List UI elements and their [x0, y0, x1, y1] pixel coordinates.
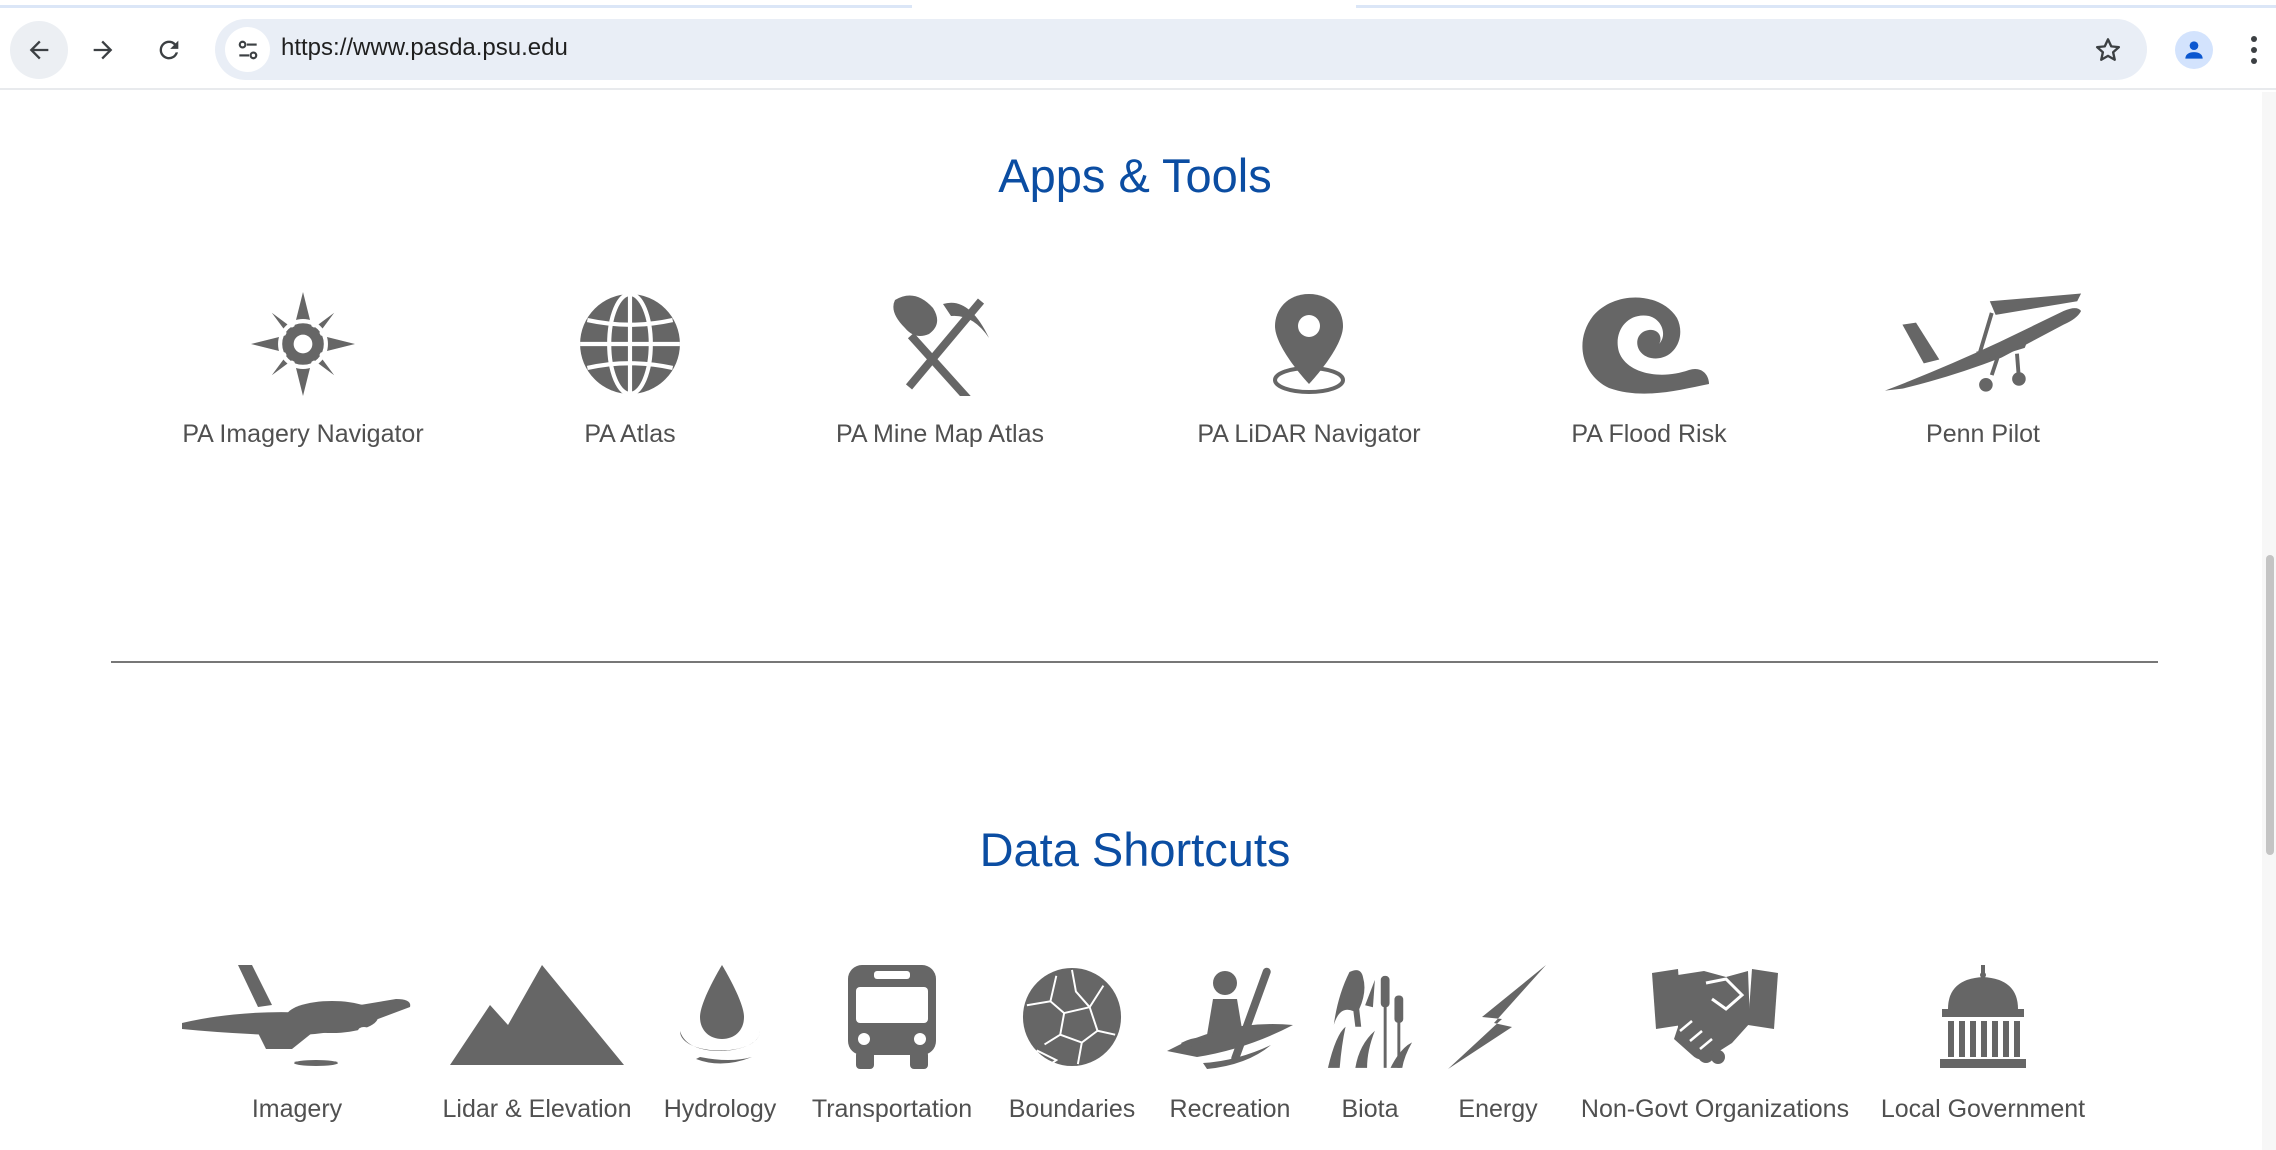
lightning-icon [1448, 965, 1546, 1069]
shortcut-label: Local Government [1880, 1095, 2086, 1123]
mountains-icon [450, 965, 624, 1065]
globe-icon [580, 292, 680, 396]
boundaries-map-icon [1022, 967, 1122, 1067]
shovel-pickaxe-icon [893, 295, 989, 396]
shortcut-recreation[interactable]: Recreation [1167, 965, 1293, 1135]
more-vert-icon [2251, 36, 2257, 64]
shortcut-imagery[interactable]: Imagery [182, 965, 412, 1135]
browser-toolbar: https://www.pasda.psu.edu [0, 0, 2276, 90]
capitol-building-icon [1940, 965, 2026, 1068]
shortcut-label: Non-Govt Organizations [1580, 1095, 1850, 1123]
tab-strip-edge [0, 5, 912, 8]
scrollbar-thumb[interactable] [2266, 555, 2274, 855]
tune-icon [238, 40, 257, 59]
app-label: PA Atlas [584, 420, 676, 448]
section-divider [111, 661, 2158, 663]
bus-icon [848, 965, 936, 1069]
shortcut-energy[interactable]: Energy [1448, 965, 1548, 1135]
shortcut-boundaries[interactable]: Boundaries [1009, 965, 1135, 1135]
reload-button[interactable] [140, 21, 198, 79]
shortcut-non-govt-organizations[interactable]: Non-Govt Organizations [1581, 965, 1849, 1135]
app-label: Penn Pilot [1926, 420, 2040, 448]
browser-menu-button[interactable] [2242, 30, 2266, 70]
tab-strip-edge [1356, 5, 2276, 8]
app-pa-flood-risk[interactable]: PA Flood Risk [1549, 292, 1749, 462]
app-label: PA LiDAR Navigator [1197, 420, 1421, 448]
site-info-button[interactable] [225, 27, 270, 72]
shortcut-biota[interactable]: Biota [1326, 965, 1414, 1135]
profile-button[interactable] [2175, 31, 2213, 69]
water-drop-icon [680, 965, 760, 1064]
shortcut-label: Imagery [251, 1095, 343, 1123]
shortcut-hydrology[interactable]: Hydrology [664, 965, 776, 1135]
shortcut-transportation[interactable]: Transportation [812, 965, 972, 1135]
person-icon [2185, 41, 2203, 59]
app-label: PA Mine Map Atlas [836, 420, 1044, 448]
small-plane-icon [182, 965, 411, 1066]
back-button[interactable] [10, 21, 68, 79]
shortcut-local-government[interactable]: Local Government [1881, 965, 2085, 1135]
app-pa-mine-map-atlas[interactable]: PA Mine Map Atlas [836, 292, 1044, 462]
url-text[interactable]: https://www.pasda.psu.edu [281, 34, 568, 62]
app-penn-pilot[interactable]: Penn Pilot [1883, 292, 2083, 462]
arrow-left-icon [29, 40, 49, 60]
airplane-icon [1884, 293, 2082, 392]
compass-icon [251, 292, 355, 396]
app-pa-lidar-navigator[interactable]: PA LiDAR Navigator [1197, 292, 1421, 462]
wave-icon [1582, 297, 1709, 394]
star-outline-icon [2095, 38, 2121, 61]
shortcut-label: Lidar & Elevation [442, 1095, 632, 1123]
app-pa-imagery-navigator[interactable]: PA Imagery Navigator [182, 292, 424, 462]
map-pin-icon [1273, 294, 1345, 394]
app-label: PA Imagery Navigator [182, 420, 424, 448]
shortcut-label: Hydrology [663, 1095, 777, 1123]
address-bar[interactable]: https://www.pasda.psu.edu [215, 19, 2147, 80]
bird-cattail-icon [1327, 970, 1413, 1068]
handshake-icon [1652, 969, 1778, 1064]
arrow-right-icon [93, 40, 113, 60]
reload-icon [159, 40, 179, 60]
shortcut-lidar-elevation[interactable]: Lidar & Elevation [442, 965, 632, 1135]
data-shortcuts-heading: Data Shortcuts [979, 823, 1291, 876]
kayak-icon [1167, 967, 1293, 1069]
shortcut-label: Transportation [811, 1095, 973, 1123]
app-label: PA Flood Risk [1571, 420, 1727, 448]
apps-tools-heading: Apps & Tools [998, 149, 1272, 202]
app-pa-atlas[interactable]: PA Atlas [530, 292, 730, 462]
forward-button[interactable] [74, 21, 132, 79]
bookmark-button[interactable] [2091, 33, 2125, 67]
